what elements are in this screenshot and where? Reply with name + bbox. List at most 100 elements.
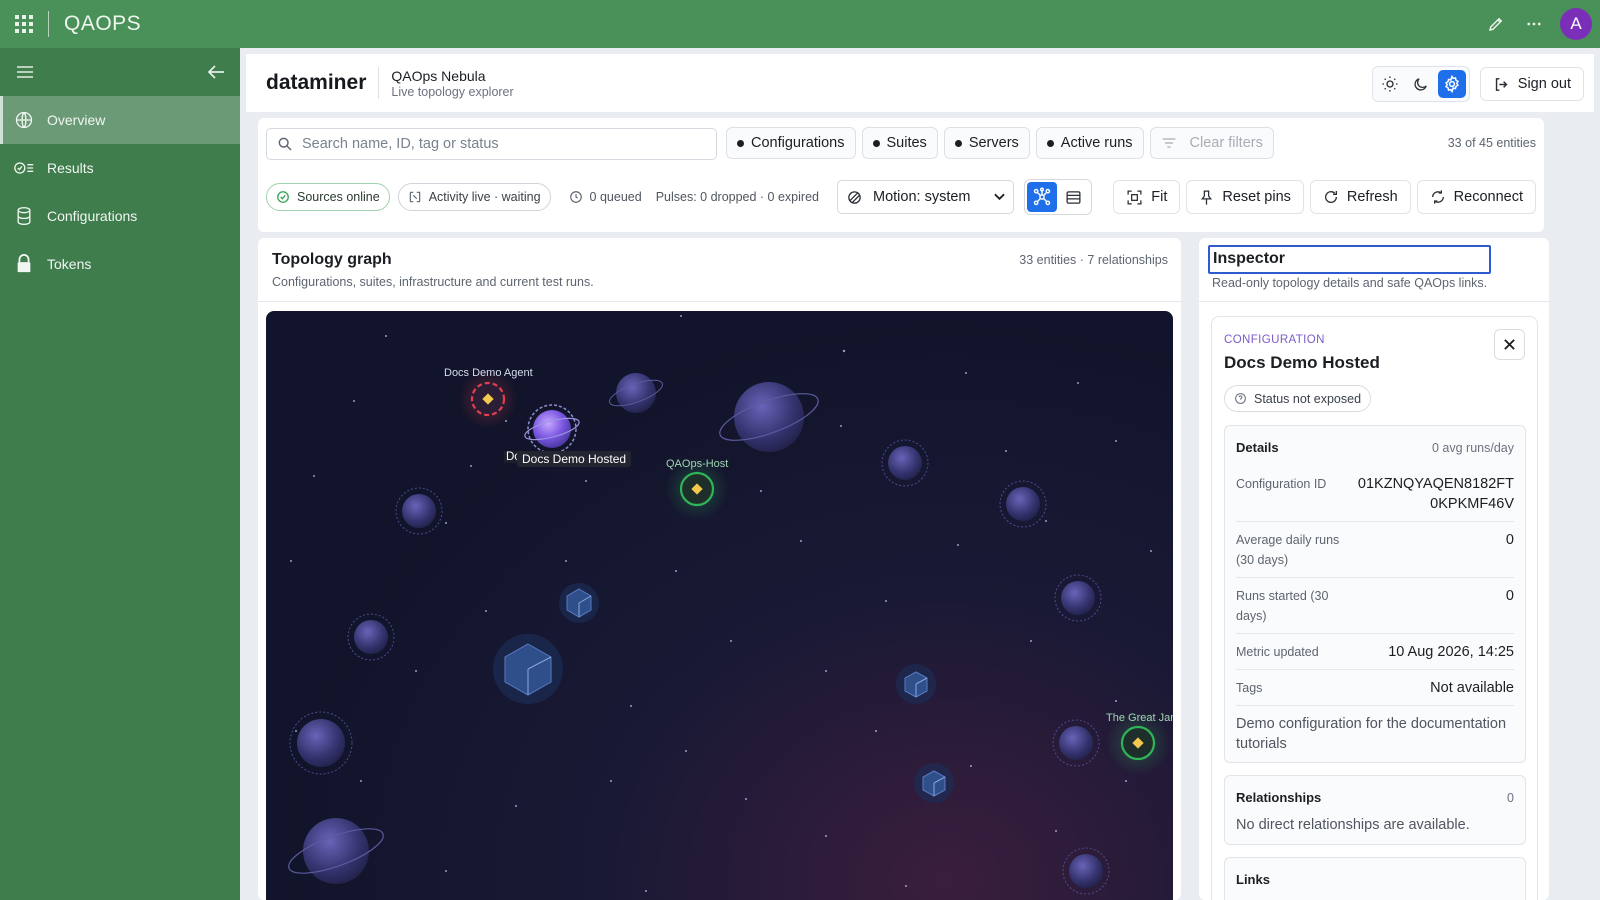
motion-label: Motion: system bbox=[872, 189, 971, 205]
pulses-status: Pulses: 0 dropped · 0 expired bbox=[655, 190, 819, 204]
node-label-great-jar: The Great Jar bbox=[1106, 712, 1173, 724]
sidebar-item-configurations[interactable]: Configurations bbox=[0, 192, 240, 240]
detail-value: 01KZNQYAQEN8182FT0KPKMF46V bbox=[1357, 476, 1514, 512]
queued-label: 0 queued bbox=[589, 190, 642, 204]
detail-row-configuration-id: Configuration ID 01KZNQYAQEN8182FT0KPKMF4… bbox=[1236, 466, 1514, 522]
great-jar-label-text: The Great Jar bbox=[1106, 712, 1173, 724]
detail-key: Tags bbox=[1236, 681, 1263, 695]
planet-node[interactable] bbox=[1062, 847, 1110, 895]
graph-icon bbox=[1033, 187, 1051, 206]
sidebar-item-label: Configurations bbox=[47, 208, 138, 224]
edit-icon[interactable] bbox=[1484, 12, 1508, 36]
table-icon bbox=[1066, 190, 1081, 204]
refresh-icon bbox=[1324, 191, 1337, 203]
entity-card: CONFIGURATION Docs Demo Hosted Status no… bbox=[1211, 316, 1538, 900]
planet-node[interactable] bbox=[395, 487, 443, 535]
filter-chip-suites[interactable]: Suites bbox=[861, 127, 938, 159]
clear-filters-label: Clear filters bbox=[1189, 135, 1263, 151]
more-options-icon[interactable] bbox=[1522, 12, 1546, 36]
planet-node[interactable] bbox=[284, 818, 388, 884]
suite-node[interactable] bbox=[896, 664, 936, 704]
filter-chips: Configurations Suites Servers Active run… bbox=[726, 127, 1274, 159]
planet-node[interactable] bbox=[881, 439, 929, 487]
detail-row-runs-started: Runs started (30 days) 0 bbox=[1236, 578, 1514, 634]
sidebar-item-tokens[interactable]: Tokens bbox=[0, 240, 240, 288]
system-theme-button[interactable] bbox=[1437, 70, 1466, 98]
dark-theme-button[interactable] bbox=[1407, 70, 1435, 98]
app-title-block: QAOps Nebula Live topology explorer bbox=[391, 68, 513, 99]
docs-demo-hosted-node[interactable] bbox=[523, 404, 581, 454]
relationships-section: Relationships 0 No direct relationships … bbox=[1224, 775, 1526, 845]
entity-description: Demo configuration for the documentation… bbox=[1236, 716, 1507, 752]
chip-dot bbox=[954, 139, 962, 147]
filter-chip-servers[interactable]: Servers bbox=[943, 127, 1030, 159]
refresh-button[interactable]: Refresh bbox=[1309, 180, 1411, 214]
activity-status-badge: Activity live · waiting bbox=[397, 183, 551, 211]
chip-label: Configurations bbox=[751, 135, 845, 151]
planet-node[interactable] bbox=[1054, 574, 1102, 622]
search-input[interactable] bbox=[302, 136, 702, 152]
topology-title: Topology graph bbox=[272, 251, 392, 268]
table-view-button[interactable] bbox=[1059, 182, 1089, 212]
check-circle-icon bbox=[277, 191, 289, 203]
suite-node[interactable] bbox=[559, 583, 599, 623]
sidebar: Overview Results Configurations Tokens bbox=[0, 48, 240, 900]
reconnect-button[interactable]: Reconnect bbox=[1416, 180, 1536, 214]
sign-out-button[interactable]: Sign out bbox=[1479, 67, 1584, 101]
suite-node[interactable] bbox=[914, 763, 954, 803]
app-launcher-icon[interactable] bbox=[0, 0, 48, 48]
fit-label: Fit bbox=[1151, 189, 1168, 205]
star-field bbox=[290, 315, 1152, 892]
panel-divider bbox=[1199, 301, 1549, 302]
chevron-down-icon bbox=[994, 193, 1005, 201]
topology-graph[interactable] bbox=[266, 311, 1173, 900]
reset-pins-button[interactable]: Reset pins bbox=[1186, 180, 1304, 214]
help-circle-icon bbox=[1235, 393, 1246, 404]
inspector-title: Inspector bbox=[1208, 245, 1491, 274]
close-inspector-button[interactable] bbox=[1494, 329, 1525, 360]
suite-node[interactable] bbox=[493, 634, 563, 704]
light-theme-button[interactable] bbox=[1376, 70, 1404, 98]
node-tooltip-docs-demo-hosted: Docs Demo Hosted bbox=[517, 451, 632, 467]
filter-chip-active-runs[interactable]: Active runs bbox=[1035, 127, 1144, 159]
sidebar-item-overview[interactable]: Overview bbox=[0, 96, 240, 144]
detail-key: Metric updated bbox=[1236, 645, 1319, 659]
planet-node[interactable] bbox=[999, 480, 1047, 528]
motion-select[interactable]: Motion: system bbox=[836, 180, 1014, 214]
fit-button[interactable]: Fit bbox=[1113, 180, 1181, 214]
theme-switcher bbox=[1371, 66, 1470, 102]
app-subtitle: Live topology explorer bbox=[391, 84, 514, 99]
view-toggle bbox=[1023, 179, 1092, 215]
planet-node[interactable] bbox=[607, 373, 666, 413]
database-icon bbox=[13, 205, 35, 227]
detail-key: Configuration ID bbox=[1236, 477, 1327, 491]
links-heading: Links bbox=[1236, 872, 1270, 887]
planet-node[interactable] bbox=[715, 382, 824, 452]
chip-label: Suites bbox=[886, 135, 927, 151]
page-title: dataminer bbox=[266, 71, 367, 94]
sidebar-item-label: Results bbox=[47, 160, 94, 176]
sidebar-item-results[interactable]: Results bbox=[0, 144, 240, 192]
planet-node[interactable] bbox=[347, 613, 395, 661]
results-icon bbox=[13, 157, 35, 179]
avatar[interactable]: A bbox=[1560, 8, 1592, 40]
collapse-sidebar-icon[interactable] bbox=[206, 63, 226, 81]
globe-icon bbox=[13, 109, 35, 131]
planet-node[interactable] bbox=[289, 711, 353, 775]
filter-chip-configurations[interactable]: Configurations bbox=[726, 127, 856, 159]
graph-view-button[interactable] bbox=[1026, 182, 1057, 212]
inspector-panel: Inspector Read-only topology details and… bbox=[1199, 238, 1549, 900]
chip-dot bbox=[1046, 139, 1054, 147]
sidebar-item-label: Tokens bbox=[47, 256, 92, 272]
header-divider bbox=[378, 67, 380, 99]
clear-filters-button[interactable]: Clear filters bbox=[1149, 127, 1274, 159]
detail-row-average-daily-runs: Average daily runs (30 days) 0 bbox=[1236, 522, 1514, 578]
app-title: QAOps Nebula bbox=[391, 67, 486, 84]
sources-status-badge: Sources online bbox=[266, 183, 390, 211]
details-heading: Details bbox=[1236, 440, 1279, 455]
sign-out-icon bbox=[1495, 77, 1508, 91]
topology-canvas[interactable]: Docs Demo Agent QAOps-Host Do Docs Demo … bbox=[266, 311, 1173, 900]
hamburger-menu-icon[interactable] bbox=[16, 65, 34, 79]
filter-panel: Configurations Suites Servers Active run… bbox=[258, 118, 1544, 232]
planet-node[interactable] bbox=[1052, 719, 1100, 767]
